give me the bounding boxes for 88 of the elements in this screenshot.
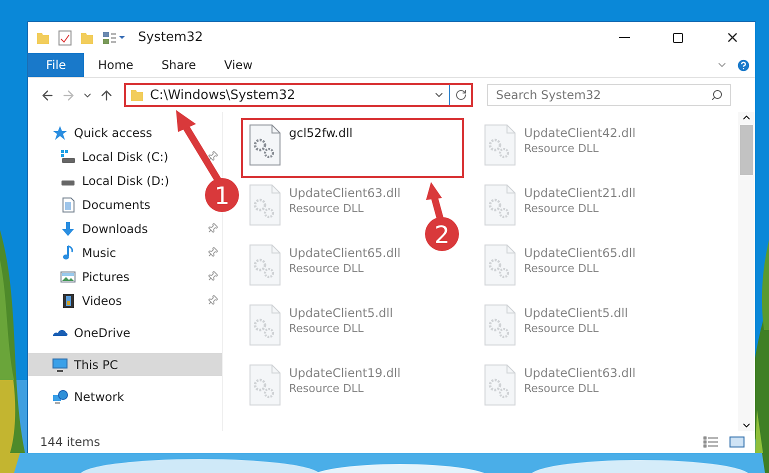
address-bar[interactable]: C:\Windows\System32 (124, 83, 473, 107)
step-badge (425, 217, 459, 251)
file-type: Resource DLL (524, 322, 600, 335)
film-icon (60, 292, 76, 308)
up-icon[interactable] (99, 88, 114, 102)
file-item[interactable]: UpdateClient65.dll Resource DLL (241, 238, 409, 298)
dll-file-icon (249, 184, 281, 226)
refresh-icon (454, 89, 466, 101)
file-item[interactable]: UpdateClient65.dll Resource DLL (476, 238, 644, 298)
file-name: UpdateClient63.dll (289, 186, 401, 200)
nav-item[interactable]: OneDrive (28, 321, 138, 344)
file-type: Resource DLL (524, 382, 600, 395)
step-badge (205, 178, 239, 212)
nav-item[interactable]: Quick access (28, 121, 160, 144)
maximize-icon (672, 32, 684, 44)
file-name: UpdateClient65.dll (524, 246, 636, 260)
ribbon-tab[interactable]: View (210, 53, 267, 77)
file-item[interactable]: UpdateClient5.dll Resource DLL (241, 298, 401, 358)
item-count: 144 items (40, 435, 100, 449)
ribbon-tab[interactable]: Share (147, 53, 210, 77)
back-icon[interactable] (40, 88, 55, 102)
picture-icon (60, 268, 76, 284)
network-icon (52, 388, 68, 404)
nav-item[interactable]: Network (28, 385, 132, 408)
scroll-thumb[interactable] (740, 125, 753, 175)
dll-file-icon (249, 244, 281, 286)
step-number: 1 (214, 182, 230, 210)
file-item[interactable]: gcl52fw.dll (241, 118, 464, 178)
search-field[interactable]: Search System32 (487, 84, 731, 106)
dll-file-icon (484, 184, 516, 226)
dll-file-icon (249, 304, 281, 346)
file-name: UpdateClient21.dll (524, 186, 636, 200)
folder-icon (130, 88, 144, 102)
nav-item[interactable]: Music (28, 241, 124, 264)
dll-file-icon (484, 304, 516, 346)
dll-file-icon (484, 244, 516, 286)
step-number: 2 (434, 221, 450, 249)
file-name: UpdateClient5.dll (524, 306, 628, 320)
file-type: Resource DLL (289, 322, 365, 335)
dll-file-icon (249, 124, 281, 166)
file-name: gcl52fw.dll (289, 126, 353, 140)
nav-item[interactable]: Local Disk (D:) (28, 169, 178, 192)
details-view-icon[interactable] (703, 436, 719, 448)
monitor-icon (52, 356, 68, 372)
file-item[interactable]: UpdateClient42.dll Resource DLL (476, 118, 644, 178)
file-type: Resource DLL (289, 202, 365, 215)
file-name: UpdateClient5.dll (289, 306, 393, 320)
ribbon-tab[interactable]: Home (84, 53, 148, 77)
file-type: Resource DLL (289, 382, 365, 395)
nav-item[interactable]: This PC (28, 353, 222, 376)
file-item[interactable]: UpdateClient5.dll Resource DLL (476, 298, 636, 358)
file-type: Resource DLL (524, 142, 600, 155)
download-icon (60, 220, 76, 236)
help-icon[interactable] (736, 58, 751, 72)
file-type: Resource DLL (289, 262, 365, 275)
scrollbar[interactable] (738, 112, 755, 431)
folder-icon (36, 30, 50, 44)
file-item[interactable]: UpdateClient63.dll Resource DLL (476, 358, 644, 418)
large-icons-view-icon[interactable] (729, 436, 745, 448)
nav-item[interactable]: Local Disk (C:) (28, 145, 176, 168)
star-icon (52, 124, 68, 140)
nav-item[interactable]: Pictures (28, 265, 138, 288)
minimize-icon (618, 37, 630, 38)
properties-icon[interactable] (58, 30, 72, 46)
nav-item[interactable]: Downloads (28, 217, 156, 240)
drive-icon (60, 148, 76, 164)
cloud-icon (52, 328, 68, 336)
file-type: Resource DLL (524, 202, 600, 215)
customize-toolbar-icon[interactable] (102, 30, 126, 44)
file-item[interactable]: UpdateClient19.dll Resource DLL (241, 358, 409, 418)
dll-file-icon (249, 364, 281, 406)
drive-icon (61, 180, 75, 186)
dll-file-icon (484, 364, 516, 406)
music-note-icon (60, 244, 76, 260)
file-type: Resource DLL (524, 262, 600, 275)
search-icon (711, 89, 723, 101)
file-name: UpdateClient42.dll (524, 126, 636, 140)
file-name: UpdateClient19.dll (289, 366, 401, 380)
dll-file-icon (484, 124, 516, 166)
nav-item[interactable]: Documents (28, 193, 158, 216)
nav-item[interactable]: Videos (28, 289, 130, 312)
window-title: System32 (138, 30, 204, 45)
file-item[interactable]: UpdateClient63.dll Resource DLL (241, 178, 409, 238)
file-name: UpdateClient65.dll (289, 246, 401, 260)
file-item[interactable]: UpdateClient21.dll Resource DLL (476, 178, 644, 238)
address-path: C:\Windows\System32 (150, 88, 296, 102)
document-icon (60, 196, 76, 212)
file-name: UpdateClient63.dll (524, 366, 636, 380)
